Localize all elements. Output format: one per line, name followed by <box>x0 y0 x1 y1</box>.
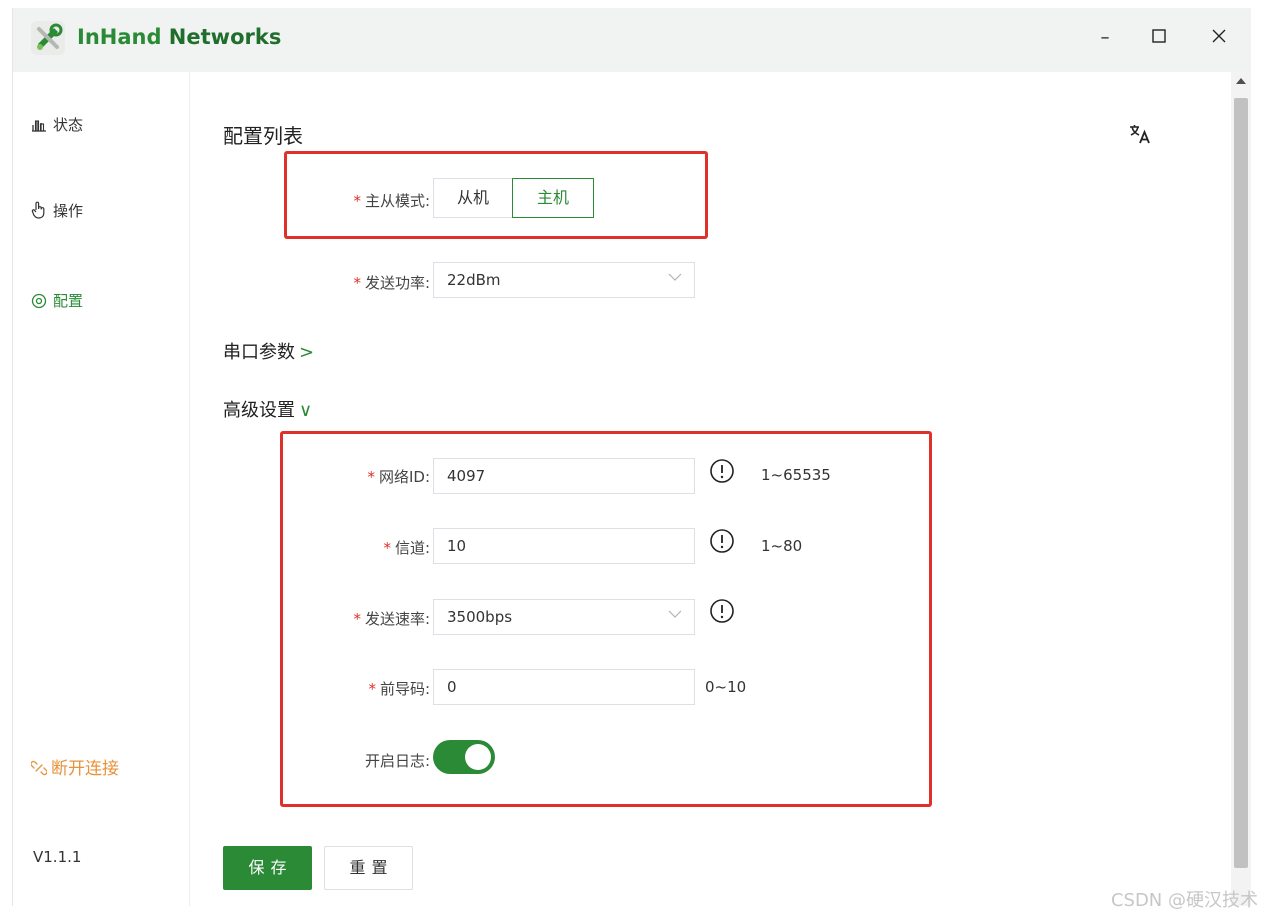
reset-button[interactable]: 重置 <box>324 846 413 890</box>
advanced-settings-label: 高级设置 <box>223 400 295 421</box>
close-icon <box>1212 29 1226 43</box>
disconnect-button[interactable]: 断开连接 <box>30 754 119 779</box>
highlight-box-mode <box>284 151 708 239</box>
unlink-icon <box>30 760 48 776</box>
chevron-right-icon: > <box>299 342 315 363</box>
sidebar-item-label: 状态 <box>53 116 84 134</box>
sidebar-item-config[interactable]: 配置 <box>31 290 83 311</box>
bar-chart-icon <box>32 120 46 132</box>
required-mark: * <box>353 274 361 292</box>
sidebar-item-operations[interactable]: 操作 <box>31 200 83 221</box>
maximize-icon <box>1152 29 1166 43</box>
save-button[interactable]: 保存 <box>223 846 312 890</box>
power-value: 22dBm <box>447 271 501 289</box>
power-label-text: 发送功率: <box>364 274 430 292</box>
highlight-box-advanced <box>280 431 932 807</box>
main-content: 配置列表 * 主从模式: 从机 主机 * 发送功率: 22dBm 串口参数 > 高级设… <box>190 72 1231 906</box>
sidebar-item-label: 配置 <box>53 292 84 310</box>
app-title-rest: Networks <box>161 25 282 49</box>
version-label: V1.1.1 <box>33 848 82 866</box>
sidebar: 状态 操作 配置 断开连接 V1.1.1 <box>13 72 190 906</box>
sidebar-item-label: 操作 <box>53 202 84 220</box>
app-window: InHand Networks – 状态 操作 配置 断开连接 V1.1.1 配… <box>12 8 1251 906</box>
maximize-button[interactable] <box>1141 22 1177 54</box>
chevron-down-icon: ∨ <box>299 400 313 421</box>
title-bar: InHand Networks – <box>13 8 1251 72</box>
chevron-down-icon <box>668 273 682 281</box>
close-button[interactable] <box>1201 22 1237 54</box>
serial-params-section[interactable]: 串口参数 > <box>223 338 314 364</box>
app-title: InHand Networks <box>77 25 281 49</box>
pointer-hand-icon <box>31 201 45 219</box>
minimize-button[interactable]: – <box>1087 22 1123 54</box>
disconnect-label: 断开连接 <box>51 759 119 779</box>
watermark: CSDN @硬汉技术 <box>1110 890 1258 911</box>
serial-params-label: 串口参数 <box>223 342 295 363</box>
power-label: * 发送功率: <box>290 272 430 293</box>
vertical-scrollbar[interactable] <box>1231 72 1251 906</box>
translate-button[interactable] <box>1128 122 1152 150</box>
scroll-up-arrow-icon[interactable] <box>1236 78 1246 84</box>
advanced-settings-section[interactable]: 高级设置 ∨ <box>223 396 312 422</box>
sidebar-item-status[interactable]: 状态 <box>31 114 83 135</box>
page-title: 配置列表 <box>223 124 303 148</box>
app-title-brand: InHand <box>77 25 162 49</box>
target-icon <box>31 293 47 309</box>
scrollbar-thumb[interactable] <box>1234 98 1248 868</box>
app-logo-icon <box>31 21 65 55</box>
translate-icon <box>1130 125 1150 144</box>
power-select[interactable]: 22dBm <box>433 262 695 298</box>
